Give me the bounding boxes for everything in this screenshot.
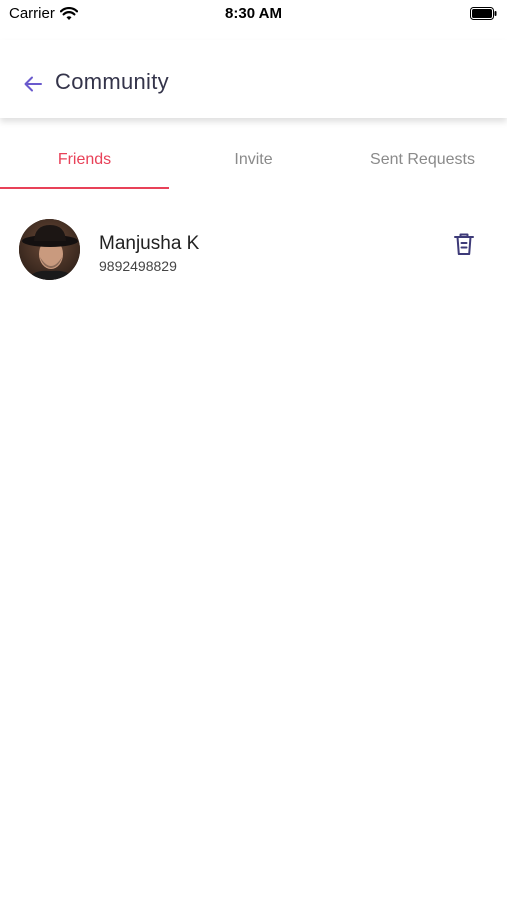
avatar[interactable]	[19, 219, 80, 280]
list-item[interactable]: Manjusha K 9892498829	[0, 190, 507, 310]
tab-bar: Friends Invite Sent Requests	[0, 130, 507, 189]
page-title: Community	[55, 69, 169, 94]
status-bar: Carrier 8:30 AM	[0, 0, 507, 28]
app-header: Community	[0, 40, 507, 118]
tab-invite[interactable]: Invite	[169, 130, 338, 189]
tab-friends-label: Friends	[57, 151, 112, 168]
friends-list: Manjusha K 9892498829	[0, 190, 507, 310]
status-time: 8:30 AM	[225, 5, 282, 22]
tab-friends[interactable]: Friends	[0, 130, 169, 189]
trash-icon[interactable]	[452, 231, 476, 257]
arrow-left-icon[interactable]	[22, 73, 44, 95]
tab-invite-label: Invite	[234, 151, 273, 168]
friend-name: Manjusha K	[99, 233, 200, 254]
tab-sent-requests-label: Sent Requests	[370, 151, 475, 168]
tab-sent-requests[interactable]: Sent Requests	[338, 130, 507, 189]
friend-phone: 9892498829	[99, 258, 177, 274]
battery-icon	[470, 7, 497, 20]
avatar-photo	[19, 219, 80, 280]
